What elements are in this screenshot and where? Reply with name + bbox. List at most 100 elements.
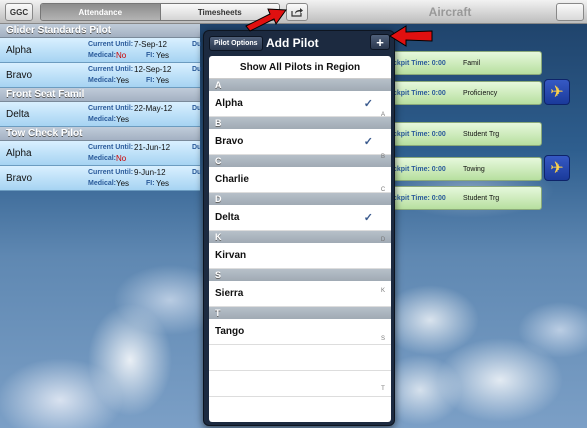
empty-row xyxy=(209,371,391,397)
letter-section-header: K xyxy=(209,231,391,243)
aircraft-row[interactable]: ckpit Time: 0:00 Student Trg xyxy=(390,186,587,210)
current-until-value: 7-Sep-12 xyxy=(134,40,167,49)
medical-label: Medical: xyxy=(88,116,117,123)
fi-label: FI: xyxy=(146,77,155,84)
airplane-icon: ✈ xyxy=(550,160,564,177)
cockpit-time-label: ckpit Time: 0:00 xyxy=(393,166,446,173)
section-header: Tow Check Pilot xyxy=(0,127,200,141)
arrow-to-share-icon xyxy=(245,8,287,32)
section-index[interactable]: A B C D K S T xyxy=(378,56,388,422)
pilot-list-name: Delta xyxy=(215,212,240,223)
action-button[interactable] xyxy=(556,3,584,21)
pilot-name: Alpha xyxy=(6,45,32,56)
pilot-name: Bravo xyxy=(6,70,33,81)
current-until-label: Current Until: xyxy=(88,66,134,73)
popover-title: Add Pilot xyxy=(266,36,319,50)
letter-section-header: T xyxy=(209,307,391,319)
aircraft-row-box: ckpit Time: 0:00 Student Trg xyxy=(390,186,542,210)
flight-type: Proficiency xyxy=(463,90,498,97)
airplane-icon: ✈ xyxy=(550,84,564,101)
popover-header: Pilot Options Add Pilot + xyxy=(204,31,396,55)
share-icon xyxy=(291,8,303,17)
current-until-label: Current Until: xyxy=(88,105,134,112)
current-until-value: 9-Jun-12 xyxy=(134,168,166,177)
index-letter[interactable]: K xyxy=(378,288,388,294)
pilot-list-item[interactable]: Delta ✓ xyxy=(209,205,391,231)
index-letter[interactable]: T xyxy=(378,386,388,392)
medical-value: No xyxy=(116,154,127,163)
pilot-row[interactable]: Alpha Current Until: 7-Sep-12 Medical: No FI:… xyxy=(0,38,202,63)
aircraft-row[interactable]: ckpit Time: 0:00 Student Trg xyxy=(390,122,587,146)
pilot-options-button[interactable]: Pilot Options xyxy=(209,36,263,51)
pilot-name: Alpha xyxy=(6,148,32,159)
fi-label: FI: xyxy=(146,180,155,187)
checkmark-icon: ✓ xyxy=(363,212,373,224)
qualification-list: Glider Standards Pilot Alpha Current Until… xyxy=(0,24,202,191)
pilot-row[interactable]: Delta Current Until: 22-May-12 Medical: Yes D… xyxy=(0,102,202,127)
letter-section-header: C xyxy=(209,155,391,167)
index-letter[interactable]: D xyxy=(378,237,388,243)
pilot-list-item[interactable]: Kirvan xyxy=(209,243,391,269)
index-letter[interactable]: S xyxy=(378,336,388,342)
share-button[interactable] xyxy=(286,3,308,21)
cockpit-time-label: ckpit Time: 0:00 xyxy=(393,90,446,97)
section-header: Front Seat Famil xyxy=(0,88,200,102)
pilot-list-name: Alpha xyxy=(215,98,243,109)
index-letter[interactable]: A xyxy=(378,112,388,118)
medical-label: Medical: xyxy=(88,180,117,187)
medical-value: No xyxy=(116,51,127,60)
airplane-icon-button[interactable]: ✈ xyxy=(544,79,570,105)
fi-value: Yes xyxy=(156,51,170,60)
letter-section-header: S xyxy=(209,269,391,281)
pilot-list-name: Charlie xyxy=(215,174,249,185)
pilot-row[interactable]: Bravo Current Until: 12-Sep-12 Medical: Yes F… xyxy=(0,63,202,88)
tab-attendance[interactable]: Attendance xyxy=(41,4,160,20)
pilot-list-name: Kirvan xyxy=(215,250,247,261)
airplane-icon-button[interactable]: ✈ xyxy=(544,155,570,181)
pilot-list-item[interactable]: Sierra xyxy=(209,281,391,307)
ggc-button[interactable]: GGC xyxy=(5,3,33,21)
due-label: Du xyxy=(192,41,202,48)
fi-value: Yes xyxy=(156,179,170,188)
pilot-list-name: Tango xyxy=(215,326,245,337)
checkmark-icon: ✓ xyxy=(363,98,373,110)
aircraft-row[interactable]: ckpit Time: 0:00 Proficiency ✈ xyxy=(390,79,587,105)
flight-type: Famil xyxy=(463,60,481,67)
current-until-label: Current Until: xyxy=(88,169,134,176)
aircraft-row[interactable]: ckpit Time: 0:00 Famil xyxy=(390,51,587,75)
due-label: Du xyxy=(192,66,202,73)
due-label: Du xyxy=(192,144,202,151)
medical-value: Yes xyxy=(116,76,130,85)
pilot-list-item[interactable]: Bravo ✓ xyxy=(209,129,391,155)
due-label: Du xyxy=(192,105,202,112)
letter-section-header: A xyxy=(209,79,391,91)
cockpit-time-label: ckpit Time: 0:00 xyxy=(393,60,446,67)
pilot-list-name: Sierra xyxy=(215,288,244,299)
medical-label: Medical: xyxy=(88,52,117,59)
flight-type: Student Trg xyxy=(463,131,500,138)
add-pilot-plus-button[interactable]: + xyxy=(370,34,390,50)
pilot-row[interactable]: Alpha Current Until: 21-Jun-12 Medical: No Du xyxy=(0,141,202,166)
show-all-pilots-button[interactable]: Show All Pilots in Region xyxy=(209,56,391,79)
pilot-list-item[interactable]: Alpha ✓ xyxy=(209,91,391,117)
pilot-name: Delta xyxy=(6,109,30,120)
cockpit-time-label: ckpit Time: 0:00 xyxy=(393,195,446,202)
current-until-label: Current Until: xyxy=(88,41,134,48)
index-letter[interactable]: B xyxy=(378,154,388,160)
flight-type: Towing xyxy=(463,166,485,173)
current-until-value: 12-Sep-12 xyxy=(134,65,172,74)
medical-value: Yes xyxy=(116,179,130,188)
add-pilot-popover: Pilot Options Add Pilot + Show All Pilot… xyxy=(203,30,395,426)
aircraft-row-box: ckpit Time: 0:00 Towing xyxy=(390,157,542,181)
section-header: Glider Standards Pilot xyxy=(0,24,200,38)
letter-section-header: B xyxy=(209,117,391,129)
due-label: Du xyxy=(192,169,202,176)
pilot-list-item[interactable]: Charlie xyxy=(209,167,391,193)
pilot-list-item[interactable]: Tango xyxy=(209,319,391,345)
aircraft-row-box: ckpit Time: 0:00 Proficiency xyxy=(390,81,542,105)
index-letter[interactable]: C xyxy=(378,187,388,193)
pilot-name: Bravo xyxy=(6,173,33,184)
pilot-row[interactable]: Bravo Current Until: 9-Jun-12 Medical: Yes FI… xyxy=(0,166,202,191)
aircraft-row[interactable]: ckpit Time: 0:00 Towing ✈ xyxy=(390,155,587,181)
aircraft-row-box: ckpit Time: 0:00 Famil xyxy=(390,51,542,75)
